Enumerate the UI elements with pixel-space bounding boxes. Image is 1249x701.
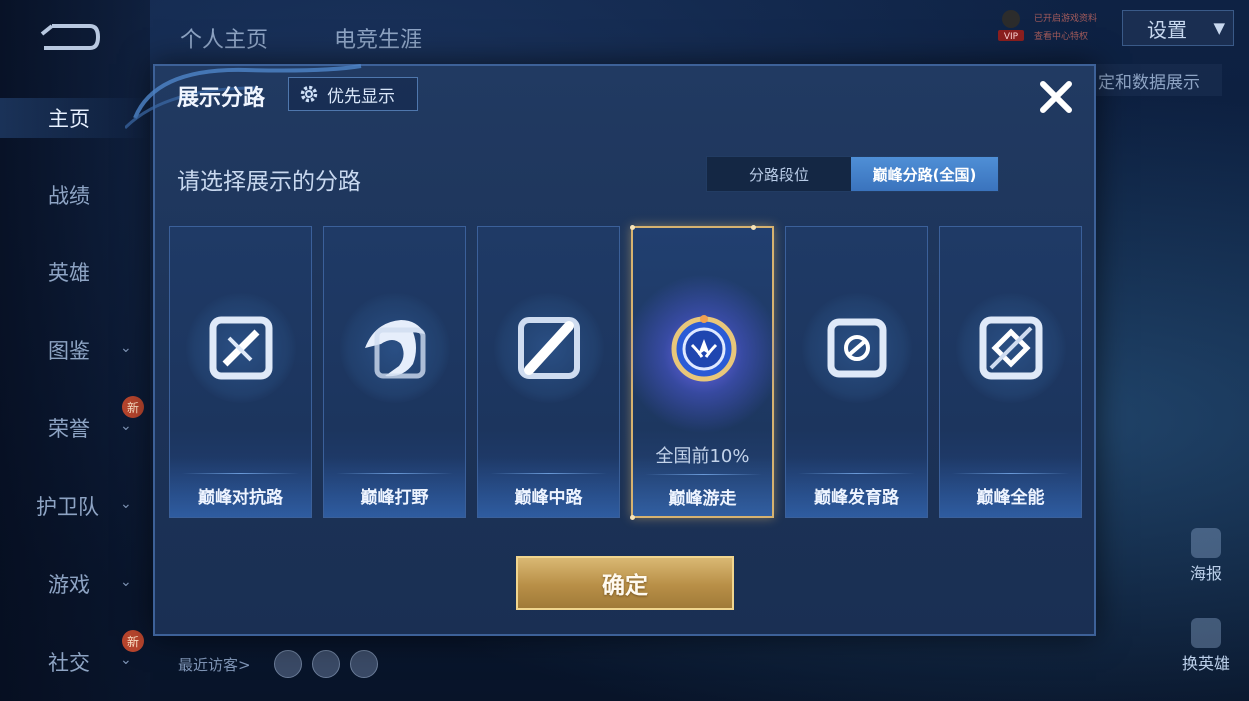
lane-display-modal: 展示分路 优先显示 请选择展示的分路 分路段位 巅峰分路(全国) 巅峰对抗路 巅峰… <box>125 64 1096 636</box>
gear-icon <box>300 85 318 103</box>
swap-hero-button[interactable]: 换英雄 <box>1176 618 1236 674</box>
back-icon[interactable] <box>38 22 102 52</box>
sidebar-item-label: 战绩 <box>48 184 90 208</box>
wing-shield-emblem-icon <box>671 315 737 382</box>
recent-visitors-link[interactable]: 最近访客> <box>178 654 251 675</box>
poster-button[interactable]: 海报 <box>1176 528 1236 584</box>
lane-name: 巅峰游走 <box>668 489 737 509</box>
corner-dot <box>630 225 635 230</box>
new-badge: 新 <box>122 396 144 418</box>
sidebar-item-label: 护卫队 <box>36 495 99 519</box>
chevron-down-icon: ⌄ <box>120 418 132 434</box>
lane-name: 巅峰中路 <box>514 488 583 508</box>
priority-display-button[interactable]: 优先显示 <box>288 77 418 111</box>
sidebar-item-label: 英雄 <box>48 261 90 285</box>
diamond-emblem-icon <box>979 316 1043 380</box>
settings-label: 设置 <box>1147 17 1187 42</box>
segment-peak-lane-national[interactable]: 巅峰分路(全国) <box>851 157 998 191</box>
visitor-avatar[interactable] <box>312 650 340 678</box>
sidebar-item-label: 荣誉 <box>48 417 90 441</box>
tab-esports-career[interactable]: 电竞生涯 <box>334 22 422 54</box>
arrow-emblem-icon <box>827 318 887 378</box>
modal-title: 展示分路 <box>177 86 266 111</box>
lane-card[interactable]: 巅峰打野 <box>323 226 466 518</box>
chevron-down-icon: ⌄ <box>120 652 132 668</box>
card-divider <box>182 473 299 474</box>
vip-status-text: 已开启游戏资料 查看中心特权 <box>1034 14 1098 42</box>
sidebar-item-label: 主页 <box>48 107 90 131</box>
segment-lane-rank[interactable]: 分路段位 <box>707 157 851 191</box>
lane-name: 巅峰发育路 <box>814 488 899 508</box>
lane-name: 巅峰打野 <box>360 488 429 508</box>
sidebar-item[interactable]: 英雄 <box>0 252 150 292</box>
chevron-down-icon: ▼ <box>1213 19 1225 37</box>
sword-emblem-icon <box>209 316 273 380</box>
lane-card[interactable]: 巅峰对抗路 <box>169 226 312 518</box>
sidebar-item[interactable]: 护卫队 ⌄ <box>0 486 150 526</box>
sidebar-item[interactable]: 图鉴 ⌄ <box>0 330 150 370</box>
lane-name: 巅峰全能 <box>976 488 1045 508</box>
sidebar-item[interactable]: 社交 ⌄ 新 <box>0 630 150 682</box>
chevron-down-icon: ⌄ <box>120 496 132 512</box>
close-icon[interactable] <box>1037 78 1075 116</box>
lane-rank-text: 全国前10% <box>655 446 750 467</box>
new-badge: 新 <box>122 630 144 652</box>
swap-hero-icon <box>1191 618 1221 648</box>
sidebar-item-label: 游戏 <box>48 573 90 597</box>
sidebar-item-label: 社交 <box>48 651 90 675</box>
card-divider <box>336 473 453 474</box>
card-divider <box>798 473 915 474</box>
lane-card[interactable]: 巅峰全能 <box>939 226 1082 518</box>
sidebar-item-label: 图鉴 <box>48 339 90 363</box>
card-divider <box>645 474 762 475</box>
sidebar-item[interactable]: 游戏 ⌄ <box>0 564 150 604</box>
card-divider <box>490 473 607 474</box>
dragon-emblem-icon <box>365 320 426 379</box>
lane-card[interactable]: 巅峰发育路 <box>785 226 928 518</box>
lane-source-segmented-control: 分路段位 巅峰分路(全国) <box>706 156 999 192</box>
vip-avatar-icon[interactable]: VIP <box>996 8 1026 42</box>
card-divider <box>952 473 1069 474</box>
lane-card[interactable]: 巅峰中路 <box>477 226 620 518</box>
modal-header: 展示分路 优先显示 <box>125 64 1094 130</box>
poster-icon <box>1191 528 1221 558</box>
corner-dot <box>630 515 635 520</box>
sidebar-item[interactable]: 荣誉 ⌄ 新 <box>0 396 150 448</box>
priority-display-label: 优先显示 <box>327 86 395 107</box>
confirm-button[interactable]: 确定 <box>516 556 734 610</box>
tab-profile[interactable]: 个人主页 <box>180 22 268 54</box>
sidebar-item[interactable]: 战绩 <box>0 175 150 215</box>
chevron-down-icon: ⌄ <box>120 340 132 356</box>
tab-data-display[interactable]: 定和数据展示 <box>1094 64 1222 96</box>
modal-subtitle: 请选择展示的分路 <box>177 169 361 195</box>
svg-text:VIP: VIP <box>1004 32 1019 42</box>
settings-dropdown[interactable]: 设置 ▼ <box>1122 10 1234 46</box>
visitor-avatar[interactable] <box>350 650 378 678</box>
lane-card[interactable]: 巅峰游走 全国前10% <box>623 225 783 520</box>
staff-emblem-icon <box>518 317 580 379</box>
visitor-avatar[interactable] <box>274 650 302 678</box>
lane-name: 巅峰对抗路 <box>198 488 283 508</box>
chevron-down-icon: ⌄ <box>120 574 132 590</box>
corner-dot <box>751 225 756 230</box>
